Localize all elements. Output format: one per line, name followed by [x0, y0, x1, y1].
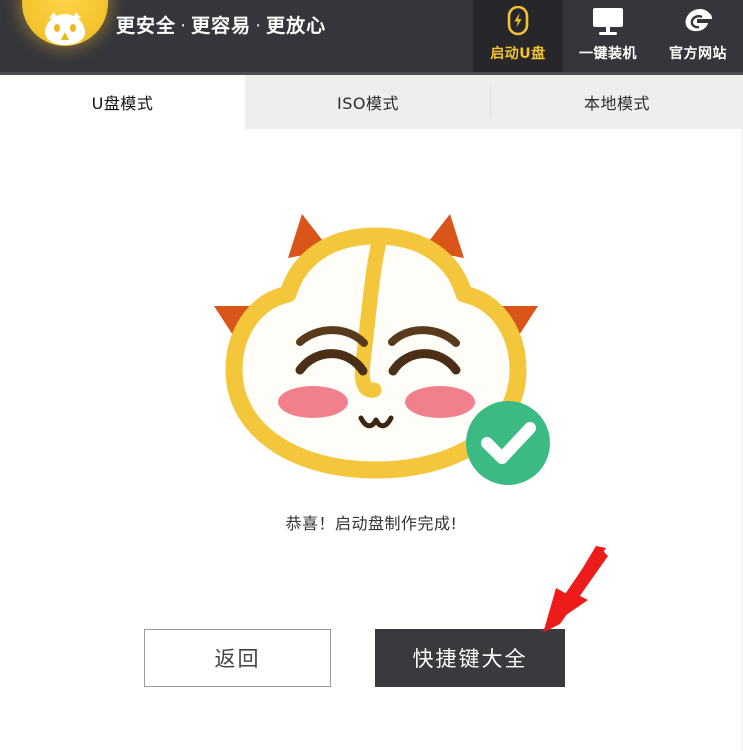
nav-item-official-website[interactable]: 官方网站	[653, 0, 743, 75]
nav-label-official-website: 官方网站	[669, 46, 727, 62]
app-logo[interactable]	[22, 0, 108, 46]
tagline-sep-1: ·	[180, 15, 188, 37]
header-nav: 启动U盘 一键装机 官方网站	[473, 0, 743, 75]
shortcuts-button-label: 快捷键大全	[412, 647, 528, 671]
red-arrow-annotation	[542, 546, 608, 632]
tab-label-usb-mode: U盘模式	[91, 94, 154, 113]
action-button-row: 返回 快捷键大全	[0, 629, 743, 689]
app-logo-cat-icon	[45, 12, 85, 45]
tagline-sep-2: ·	[255, 15, 263, 37]
cat-mascot-illustration	[196, 202, 556, 502]
success-message: 恭喜！启动盘制作完成!	[285, 514, 458, 533]
tab-label-local-mode: 本地模式	[583, 94, 650, 113]
nav-item-one-click-install[interactable]: 一键装机	[563, 0, 653, 75]
tab-label-iso-mode: ISO模式	[337, 94, 399, 113]
mascot-svg	[214, 214, 550, 485]
usb-boot-icon	[503, 6, 533, 40]
mascot-right-blush	[405, 386, 475, 418]
tab-iso-mode[interactable]: ISO模式	[245, 75, 491, 129]
mascot-left-blush	[278, 386, 348, 418]
back-button-label: 返回	[214, 647, 261, 671]
back-button[interactable]: 返回	[144, 629, 331, 687]
nav-label-usb-boot: 启动U盘	[490, 46, 546, 62]
tagline-part-3: 更放心	[266, 15, 327, 37]
app-header: 更安全 · 更容易 · 更放心 启动U盘 一键装机 官方网站	[0, 0, 743, 75]
tagline-part-1: 更安全	[116, 15, 177, 37]
shortcuts-button[interactable]: 快捷键大全	[375, 629, 565, 687]
tab-usb-mode[interactable]: U盘模式	[0, 75, 245, 129]
header-tagline: 更安全 · 更容易 · 更放心	[116, 11, 326, 38]
nav-item-usb-boot[interactable]: 启动U盘	[473, 0, 563, 75]
main-content: 恭喜！启动盘制作完成! 返回 快捷键大全	[0, 129, 743, 751]
monitor-icon	[591, 6, 625, 40]
tagline-part-2: 更容易	[191, 15, 252, 37]
mode-tab-bar: U盘模式 ISO模式 本地模式	[0, 75, 743, 129]
globe-e-icon	[682, 6, 714, 40]
nav-label-one-click-install: 一键装机	[579, 46, 637, 62]
tab-local-mode[interactable]: 本地模式	[491, 75, 743, 129]
app-window: 更安全 · 更容易 · 更放心 启动U盘 一键装机 官方网站 U盘模式 ISO模…	[0, 0, 743, 751]
success-check-badge	[466, 401, 550, 485]
